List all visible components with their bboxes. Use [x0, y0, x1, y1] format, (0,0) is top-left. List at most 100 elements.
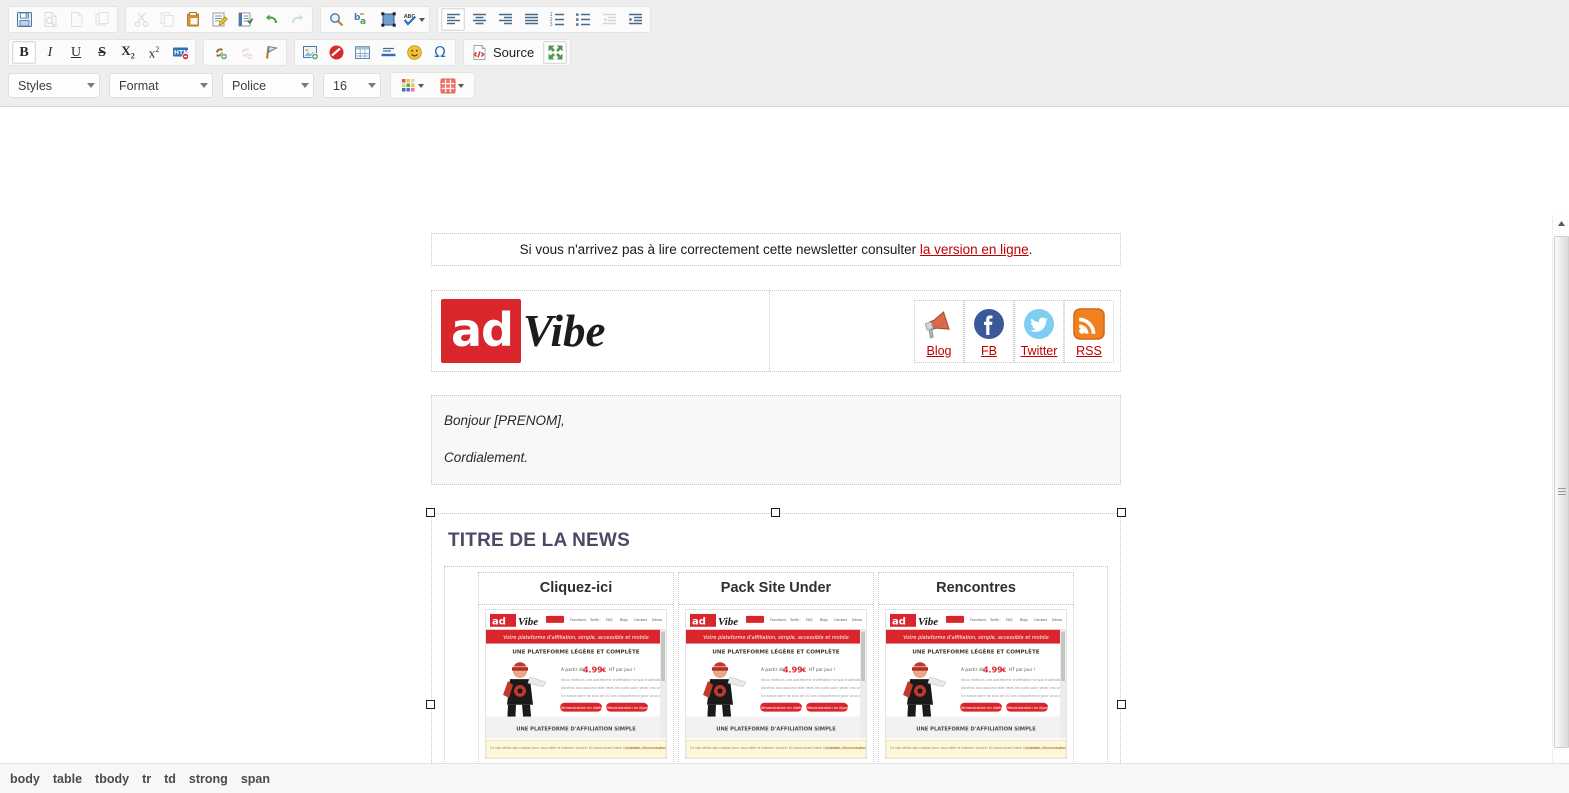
svg-text:UNE PLATEFORME LÉGÈRE ET COMPL: UNE PLATEFORME LÉGÈRE ET COMPLÈTE — [512, 647, 639, 655]
paste-button[interactable] — [181, 8, 205, 31]
flash-button[interactable] — [324, 41, 348, 64]
align-right-button[interactable] — [493, 8, 517, 31]
svg-text:3: 3 — [549, 22, 552, 28]
offer-card[interactable]: Pack Site Under ad Vibe Fonctions Tarifs… — [678, 572, 874, 793]
path-item-span[interactable]: span — [241, 772, 270, 786]
social-facebook[interactable]: FB — [964, 299, 1014, 363]
svg-text:Tarifs: Tarifs — [589, 618, 599, 622]
templates-button[interactable] — [90, 8, 114, 31]
link-button[interactable] — [207, 41, 231, 64]
italic-button[interactable]: I — [38, 41, 62, 64]
subscript-button[interactable]: X2 — [116, 41, 140, 64]
align-center-button[interactable] — [467, 8, 491, 31]
greeting-block[interactable]: Bonjour [PRENOM], Cordialement. — [431, 395, 1121, 485]
copy-button[interactable] — [155, 8, 179, 31]
horizontal-rule-button[interactable] — [376, 41, 400, 64]
offer-card-title: Rencontres — [879, 573, 1073, 605]
offer-card[interactable]: Rencontres ad Vibe Fonctions Tarifs FAQ … — [878, 572, 1074, 793]
strike-button[interactable]: S — [90, 41, 114, 64]
align-left-button[interactable] — [441, 8, 465, 31]
text-color-icon — [402, 79, 415, 92]
superscript-button[interactable]: x2 — [142, 41, 166, 64]
scroll-up-button[interactable] — [1553, 215, 1569, 232]
special-char-button[interactable]: Ω — [428, 41, 452, 64]
maximize-button[interactable] — [543, 41, 568, 64]
svg-text:HT par jour !: HT par jour ! — [809, 667, 836, 672]
svg-text:Nous mettons une plateforme d': Nous mettons une plateforme d'affiliatio… — [961, 678, 1067, 682]
unlink-button[interactable] — [233, 41, 257, 64]
format-combo[interactable]: Format — [109, 73, 213, 98]
resize-handle-middle-right[interactable] — [1117, 700, 1126, 709]
svg-text:ad: ad — [692, 616, 706, 627]
chevron-up-icon — [1558, 221, 1565, 226]
text-color-button[interactable] — [394, 74, 431, 97]
italic-icon: I — [47, 44, 53, 60]
indent-button[interactable] — [623, 8, 647, 31]
remove-format-button[interactable]: HTML — [168, 41, 192, 64]
resize-handle-middle-left[interactable] — [426, 700, 435, 709]
path-item-table[interactable]: table — [53, 772, 82, 786]
facebook-icon — [967, 306, 1011, 342]
svg-text:Démonstration en ligne: Démonstration en ligne — [606, 706, 648, 710]
svg-text:Adhérez aux opportunités liées: Adhérez aux opportunités liées les outil… — [761, 686, 867, 690]
toolbar-row-2: B I U S X2 x2 HTML — [2, 36, 1567, 69]
preheader-text-before: Si vous n'arrivez pas à lire correctemen… — [519, 242, 920, 257]
svg-text:UNE PLATEFORME D'AFFILIATION S: UNE PLATEFORME D'AFFILIATION SIMPLE — [716, 726, 836, 732]
path-item-td[interactable]: td — [164, 772, 176, 786]
paste-word-button[interactable] — [233, 8, 257, 31]
resize-handle-top-left[interactable] — [426, 508, 435, 517]
scrollbar-thumb[interactable] — [1554, 236, 1569, 748]
preheader-row[interactable]: Si vous n'arrivez pas à lire correctemen… — [431, 233, 1121, 266]
image-button[interactable] — [298, 41, 322, 64]
spellcheck-button[interactable]: ABC — [402, 8, 426, 31]
svg-text:4.99: 4.99 — [983, 666, 1003, 675]
replace-button[interactable]: ba — [350, 8, 374, 31]
font-size-combo[interactable]: 16 — [323, 73, 381, 98]
smiley-button[interactable] — [402, 41, 426, 64]
path-item-tr[interactable]: tr — [142, 772, 151, 786]
online-version-link[interactable]: la version en ligne — [920, 242, 1029, 257]
cut-button[interactable] — [129, 8, 153, 31]
font-combo[interactable]: Police — [222, 73, 314, 98]
anchor-button[interactable] — [259, 41, 283, 64]
advibe-logo: ad Vibe — [441, 299, 605, 363]
save-button[interactable] — [12, 8, 36, 31]
svg-text:Blog: Blog — [620, 618, 627, 622]
resize-handle-top-right[interactable] — [1117, 508, 1126, 517]
outdent-button[interactable] — [597, 8, 621, 31]
offer-card[interactable]: Cliquez-ici ad Vibe Fonctions Tarifs FAQ… — [478, 572, 674, 793]
find-button[interactable] — [324, 8, 348, 31]
redo-button[interactable] — [285, 8, 309, 31]
select-all-button[interactable] — [376, 8, 400, 31]
bold-button[interactable]: B — [12, 41, 36, 64]
styles-combo[interactable]: Styles — [8, 73, 100, 98]
new-page-button[interactable] — [64, 8, 88, 31]
resize-handle-top-center[interactable] — [771, 508, 780, 517]
toolbar-row-3: Styles Format Police 16 — [2, 69, 1567, 102]
preview-button[interactable] — [38, 8, 62, 31]
selected-news-block[interactable]: TITRE DE LA NEWS Cliquez-ici ad Vibe Fon… — [426, 508, 1126, 793]
svg-text:Votre plateforme d'affiliation: Votre plateforme d'affiliation, simple, … — [703, 635, 848, 641]
source-button[interactable]: Source — [466, 41, 542, 64]
scrollbar-track[interactable] — [1553, 232, 1569, 793]
vertical-scrollbar[interactable] — [1552, 215, 1569, 793]
svg-text:Adhérez aux opportunités liées: Adhérez aux opportunités liées les outil… — [561, 686, 667, 690]
chevron-down-icon — [458, 83, 464, 88]
underline-button[interactable]: U — [64, 41, 88, 64]
bg-color-button[interactable] — [433, 74, 471, 97]
path-item-body[interactable]: body — [10, 772, 40, 786]
path-item-strong[interactable]: strong — [189, 772, 228, 786]
site-preview-image: ad Vibe Fonctions Tarifs FAQ Blog Contact De… — [685, 609, 867, 759]
align-justify-button[interactable] — [519, 8, 543, 31]
toolbar-group-colors — [390, 72, 475, 99]
paste-text-button[interactable] — [207, 8, 231, 31]
social-rss[interactable]: RSS — [1064, 299, 1114, 363]
editable-content-area[interactable]: Si vous n'arrivez pas à lire correctemen… — [0, 215, 1552, 793]
numbered-list-button[interactable]: 123 — [545, 8, 569, 31]
social-twitter[interactable]: Twitter — [1014, 299, 1064, 363]
table-button[interactable] — [350, 41, 374, 64]
undo-button[interactable] — [259, 8, 283, 31]
social-blog[interactable]: Blog — [914, 299, 964, 363]
bulleted-list-button[interactable] — [571, 8, 595, 31]
path-item-tbody[interactable]: tbody — [95, 772, 129, 786]
